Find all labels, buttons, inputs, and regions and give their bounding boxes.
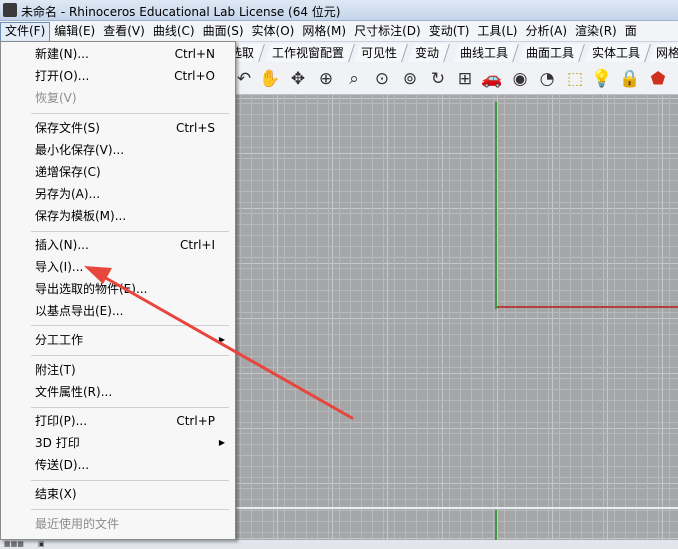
tab-surface-tools[interactable]: 曲面工具	[519, 44, 585, 62]
menu-bar: 文件(F) 编辑(E) 查看(V) 曲线(C) 曲面(S) 实体(O) 网格(M) 尺寸标注(…	[0, 21, 678, 42]
tab-transform[interactable]: 变动	[408, 44, 450, 62]
y-axis-line-lower	[495, 510, 497, 540]
submenu-arrow-icon: ▶	[218, 438, 225, 447]
menu-transform[interactable]: 变动(T)	[425, 22, 474, 40]
menu-mesh[interactable]: 网格(M)	[298, 22, 350, 40]
tab-mesh[interactable]: 网格	[649, 44, 678, 62]
lightbulb-icon[interactable]: 💡	[590, 67, 614, 91]
menu-item-new[interactable]: 新建(N)... Ctrl+N	[1, 44, 235, 64]
rhino-app-icon	[3, 3, 17, 17]
menu-surface[interactable]: 曲面(S)	[199, 22, 248, 40]
circle-display-icon[interactable]: ◔	[535, 67, 559, 91]
tab-curve-tools[interactable]: 曲线工具	[453, 44, 519, 62]
grid-status-icon[interactable]: ▦▦▦	[4, 540, 24, 548]
menu-more[interactable]: 面	[621, 22, 641, 40]
title-bar: 未命名 - Rhinoceros Educational Lab License…	[0, 0, 678, 21]
menu-item-worksession[interactable]: 分工工作 ▶	[1, 330, 235, 350]
menu-render[interactable]: 渲染(R)	[571, 22, 621, 40]
menu-item-notes[interactable]: 附注(T)	[1, 360, 235, 380]
status-bar: ▦▦▦ ▣	[0, 540, 678, 549]
layer-status-icon[interactable]: ▣	[38, 540, 45, 548]
file-menu-dropdown: 新建(N)... Ctrl+N 打开(O)... Ctrl+O 恢复(V) 保存文件…	[0, 41, 236, 540]
menu-analyze[interactable]: 分析(A)	[521, 22, 571, 40]
menu-separator	[31, 355, 229, 356]
menu-separator	[31, 480, 229, 481]
menu-item-export-with-origin[interactable]: 以基点导出(E)...	[1, 301, 235, 321]
menu-item-incremental-save[interactable]: 递增保存(C)	[1, 162, 235, 182]
menu-item-save[interactable]: 保存文件(S) Ctrl+S	[1, 118, 235, 138]
menu-item-print[interactable]: 打印(P)... Ctrl+P	[1, 411, 235, 431]
viewport-divider[interactable]	[236, 507, 678, 509]
lock-icon[interactable]: 🔒	[618, 67, 642, 91]
zoom-window-icon[interactable]: ⌕	[342, 67, 366, 91]
menu-edit[interactable]: 编辑(E)	[50, 22, 99, 40]
menu-item-save-as[interactable]: 另存为(A)...	[1, 184, 235, 204]
menu-dimension[interactable]: 尺寸标注(D)	[350, 22, 425, 40]
menu-item-import[interactable]: 导入(I)...	[1, 257, 235, 277]
zoom-icon[interactable]: ⊕	[314, 67, 338, 91]
menu-separator	[31, 407, 229, 408]
menu-curve[interactable]: 曲线(C)	[149, 22, 199, 40]
tab-solid-tools[interactable]: 实体工具	[585, 44, 651, 62]
rotate-3d-icon[interactable]: ✥	[286, 67, 310, 91]
menu-item-revert: 恢复(V)	[35, 91, 77, 105]
menu-item-open[interactable]: 打开(O)... Ctrl+O	[1, 66, 235, 86]
four-viewports-icon[interactable]: ⊞	[453, 67, 477, 91]
menu-item-3d-print[interactable]: 3D 打印 ▶	[1, 433, 235, 453]
zoom-extents-icon[interactable]: ⊙	[370, 67, 394, 91]
menu-separator	[31, 113, 229, 114]
menu-tools[interactable]: 工具(L)	[473, 22, 521, 40]
menu-item-export-selected[interactable]: 导出选取的物件(E)...	[1, 279, 235, 299]
car-render-icon[interactable]: 🚗	[480, 67, 504, 91]
eye-display-icon[interactable]: ◉	[508, 67, 532, 91]
undo-view-icon[interactable]: ↻	[426, 67, 450, 91]
menu-separator	[31, 509, 229, 510]
y-axis-line	[495, 102, 497, 309]
menu-solid[interactable]: 实体(O)	[248, 22, 299, 40]
tab-viewport-layout[interactable]: 工作视窗配置	[265, 44, 355, 62]
selection-icon[interactable]: ⬚	[563, 67, 587, 91]
menu-item-recent-files: 最近使用的文件	[35, 517, 120, 531]
menu-separator	[31, 231, 229, 232]
menu-item-save-small[interactable]: 最小化保存(V)...	[1, 140, 235, 160]
pan-hand-icon[interactable]: ✋	[258, 67, 282, 91]
tab-visibility[interactable]: 可见性	[354, 44, 408, 62]
zoom-selected-icon[interactable]: ⊚	[398, 67, 422, 91]
menu-file[interactable]: 文件(F)	[0, 22, 51, 41]
menu-item-properties[interactable]: 文件属性(R)...	[1, 382, 235, 402]
menu-item-send[interactable]: 传送(D)...	[1, 455, 235, 475]
menu-separator	[31, 325, 229, 326]
menu-item-exit[interactable]: 结束(X)	[1, 484, 235, 504]
window-title: 未命名 - Rhinoceros Educational Lab License…	[21, 5, 341, 19]
x-axis-line	[497, 306, 678, 308]
submenu-arrow-icon: ▶	[218, 335, 225, 344]
menu-item-save-as-template[interactable]: 保存为模板(M)...	[1, 206, 235, 226]
menu-item-insert[interactable]: 插入(N)... Ctrl+I	[1, 235, 235, 255]
menu-view[interactable]: 查看(V)	[99, 22, 149, 40]
shield-color-icon[interactable]: ⬟	[646, 67, 670, 91]
